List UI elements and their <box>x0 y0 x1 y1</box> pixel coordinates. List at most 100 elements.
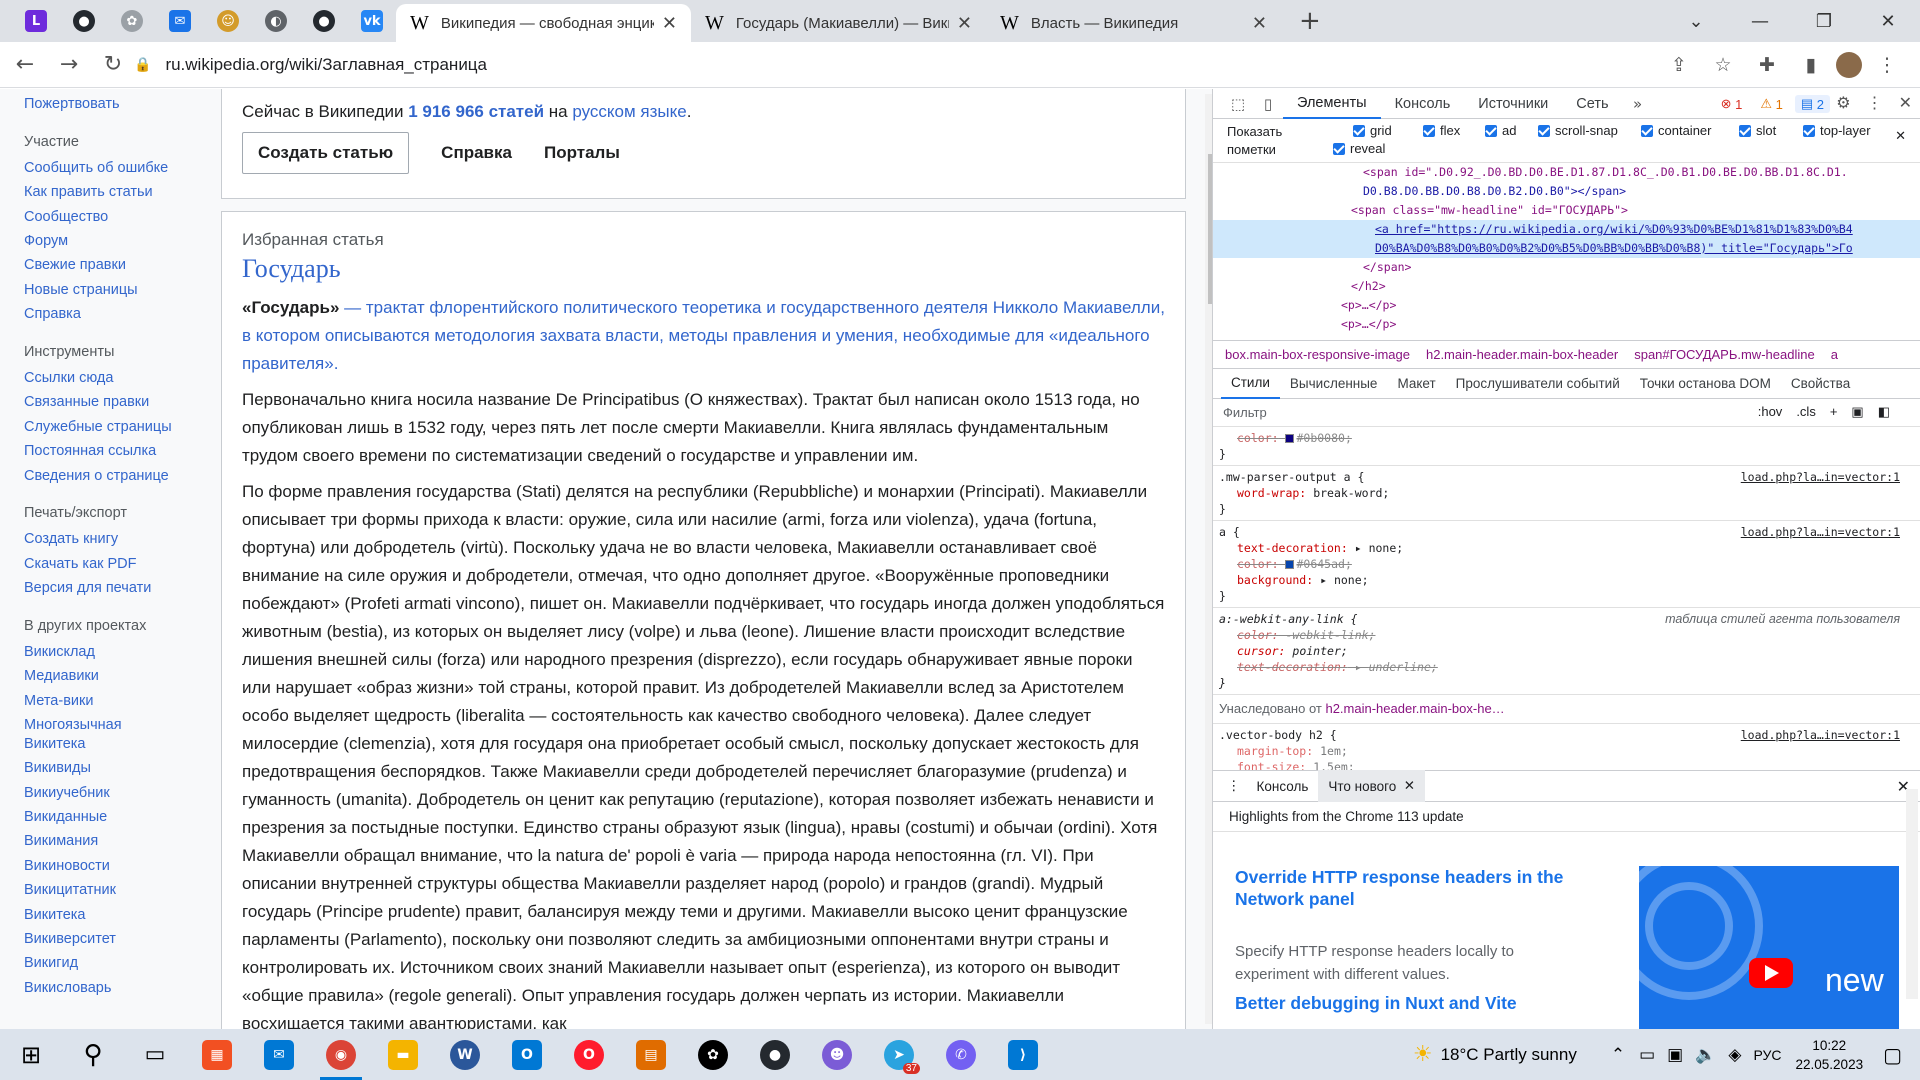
rule-source-link[interactable]: load.php?la…in=vector:1 <box>1741 524 1900 540</box>
article-count-link[interactable]: 1 916 966 статей <box>408 102 544 121</box>
volume-icon[interactable]: 🔈 <box>1695 1045 1716 1065</box>
dom-line-selected[interactable]: D0%BA%D0%B8%D0%B0%D0%B2%D0%B5%D0%BB%D0%B… <box>1213 239 1920 258</box>
drawer-menu-icon[interactable]: ⋮ <box>1227 778 1241 794</box>
taskbar-app[interactable]: ☻ <box>806 1029 868 1080</box>
checkbox-icon[interactable] <box>1333 143 1345 155</box>
side-panel-icon[interactable]: ▮ <box>1792 46 1830 84</box>
close-icon[interactable]: ✕ <box>1895 129 1906 144</box>
maximize-button[interactable]: ❐ <box>1792 0 1856 42</box>
start-button[interactable]: ⊞ <box>0 1029 62 1080</box>
styles-pane[interactable]: color: #0b0080; } .mw-parser-output a { … <box>1213 427 1920 770</box>
browser-tab[interactable]: W Государь (Макиавелли) — Вики ✕ <box>691 4 986 42</box>
address-bar[interactable]: 🔒 ru.wikipedia.org/wiki/Заглавная_страни… <box>134 48 1734 82</box>
checkbox-icon[interactable] <box>1423 125 1435 137</box>
weather-text[interactable]: 18°C Partly sunny <box>1441 1045 1577 1065</box>
sidebar-link[interactable]: Создать книгу <box>24 530 200 549</box>
css-property[interactable]: color: #0645ad; <box>1219 556 1910 572</box>
sidebar-link[interactable]: Форум <box>24 232 200 251</box>
dom-line[interactable]: D0.B8.D0.BB.D0.B8.D0.B2.D0.B0"></span> <box>1213 182 1920 201</box>
style-rule[interactable]: .vector-body h2 { load.php?la…in=vector:… <box>1213 724 1920 770</box>
pinned-tab[interactable]: vk <box>348 0 396 42</box>
sidebar-link[interactable]: Викицитатник <box>24 881 200 900</box>
clock[interactable]: 10:22 22.05.2023 <box>1796 1036 1864 1074</box>
whats-new-link[interactable]: Override HTTP response headers in the Ne… <box>1235 866 1595 910</box>
menu-icon[interactable]: ⋮ <box>1868 46 1906 84</box>
close-icon[interactable]: ✕ <box>957 13 972 34</box>
show-hidden-icons-icon[interactable]: ⌃ <box>1611 1045 1625 1065</box>
pinned-tab[interactable]: L <box>12 0 60 42</box>
close-devtools-icon[interactable]: ✕ <box>1899 93 1912 112</box>
browser-tab[interactable]: W Википедия — свободная энцик ✕ <box>396 4 691 42</box>
sidebar-link[interactable]: Мета-вики <box>24 692 200 711</box>
share-icon[interactable]: ⇪ <box>1660 46 1698 84</box>
breadcrumb-item[interactable]: span#ГОСУДАРЬ.mw-headline <box>1634 347 1814 362</box>
tab-search-icon[interactable]: ⌄ <box>1664 0 1728 42</box>
lock-icon[interactable]: 🔒 <box>134 57 151 73</box>
dom-line[interactable]: <p>…</p> <box>1213 296 1920 315</box>
css-property[interactable]: word-wrap: break-word; <box>1219 485 1910 501</box>
checkbox-icon[interactable] <box>1641 125 1653 137</box>
featured-title-link[interactable]: Государь <box>242 254 1165 284</box>
flag-top-layer[interactable]: top-layer <box>1803 123 1871 138</box>
tab-event-listeners[interactable]: Прослушиватели событий <box>1446 369 1630 399</box>
pinned-tab[interactable]: ☺ <box>204 0 252 42</box>
settings-gear-icon[interactable]: ⚙ <box>1836 93 1850 112</box>
russian-language-link[interactable]: русском языке <box>572 102 686 121</box>
avatar[interactable] <box>1836 52 1862 78</box>
taskbar-app[interactable]: ✉ <box>248 1029 310 1080</box>
tab-layout[interactable]: Макет <box>1387 369 1445 399</box>
sidebar-link[interactable]: Викисклад <box>24 643 200 662</box>
breadcrumb-item[interactable]: a <box>1831 347 1838 362</box>
taskbar-app[interactable]: O <box>558 1029 620 1080</box>
close-icon[interactable]: ✕ <box>1404 778 1415 794</box>
taskbar-app[interactable]: O <box>496 1029 558 1080</box>
style-rule[interactable]: color: #0b0080; } <box>1213 427 1920 466</box>
taskbar-app[interactable]: ◉ <box>310 1029 372 1080</box>
task-view-button[interactable]: ▭ <box>124 1029 186 1080</box>
cls-toggle[interactable]: .cls <box>1796 404 1816 420</box>
featured-lead-bold[interactable]: «Государь» <box>242 298 339 317</box>
sidebar-link[interactable]: Многоязычная Викитека <box>24 716 144 754</box>
dom-line-selected[interactable]: <a href="https://ru.wikipedia.org/wiki/%… <box>1213 220 1920 239</box>
minimize-button[interactable]: — <box>1728 0 1792 42</box>
flag-ad[interactable]: ad <box>1485 123 1516 138</box>
more-options-icon[interactable]: ⋮ <box>1867 93 1883 112</box>
portals-button[interactable]: Порталы <box>544 143 620 163</box>
taskbar-app[interactable]: W <box>434 1029 496 1080</box>
tab-elements[interactable]: Элементы <box>1283 89 1381 119</box>
close-window-button[interactable]: ✕ <box>1856 0 1920 42</box>
sidebar-link[interactable]: Викиновости <box>24 857 200 876</box>
taskbar-app[interactable]: ▦ <box>186 1029 248 1080</box>
network-icon[interactable]: ▣ <box>1667 1045 1683 1065</box>
browser-tab[interactable]: W Власть — Википедия ✕ <box>986 4 1281 42</box>
checkbox-icon[interactable] <box>1538 125 1550 137</box>
drawer-tab-console[interactable]: Консоль <box>1247 770 1319 802</box>
language-indicator[interactable]: РУС <box>1753 1047 1781 1063</box>
taskbar-app[interactable]: ● <box>744 1029 806 1080</box>
sidebar-link[interactable]: Связанные правки <box>24 393 200 412</box>
tab-network[interactable]: Сеть <box>1562 89 1622 119</box>
css-property[interactable]: color: #0b0080; <box>1219 430 1910 446</box>
flag-container[interactable]: container <box>1641 123 1711 138</box>
reload-icon[interactable]: ↻ <box>94 46 132 84</box>
sidebar-link[interactable]: Справка <box>24 305 200 324</box>
tab-styles[interactable]: Стили <box>1221 369 1280 399</box>
back-arrow-icon[interactable]: ← <box>6 46 44 84</box>
css-property[interactable]: text-decoration: ▸ none; <box>1219 540 1910 556</box>
dom-line[interactable]: <p>…</p> <box>1213 315 1920 334</box>
more-tabs-icon[interactable]: » <box>1623 95 1653 113</box>
dom-line[interactable]: <span class="mw-headline" id="ГОСУДАРЬ"> <box>1213 201 1920 220</box>
sidebar-link[interactable]: Свежие правки <box>24 256 200 275</box>
close-icon[interactable]: ✕ <box>1252 13 1267 34</box>
dom-line[interactable]: </span> <box>1213 258 1920 277</box>
pinned-tab[interactable]: ✉ <box>156 0 204 42</box>
inherited-from-link[interactable]: h2.main-header.main-box-he… <box>1325 701 1504 716</box>
sidebar-link[interactable]: Сообщить об ошибке <box>24 159 200 178</box>
taskbar-app[interactable]: ✿ <box>682 1029 744 1080</box>
css-property[interactable]: text-decoration: ▸ underline; <box>1219 659 1910 675</box>
dom-line[interactable]: <span id=".D0.92_.D0.BD.D0.BE.D1.87.D1.8… <box>1213 163 1920 182</box>
breadcrumb-item[interactable]: box.main-box-responsive-image <box>1225 347 1410 362</box>
featured-lead-text[interactable]: — трактат флорентийского политического т… <box>242 298 1165 373</box>
whats-new-link[interactable]: Better debugging in Nuxt and Vite <box>1235 992 1595 1014</box>
css-property[interactable]: margin-top: 1em; <box>1219 743 1910 759</box>
